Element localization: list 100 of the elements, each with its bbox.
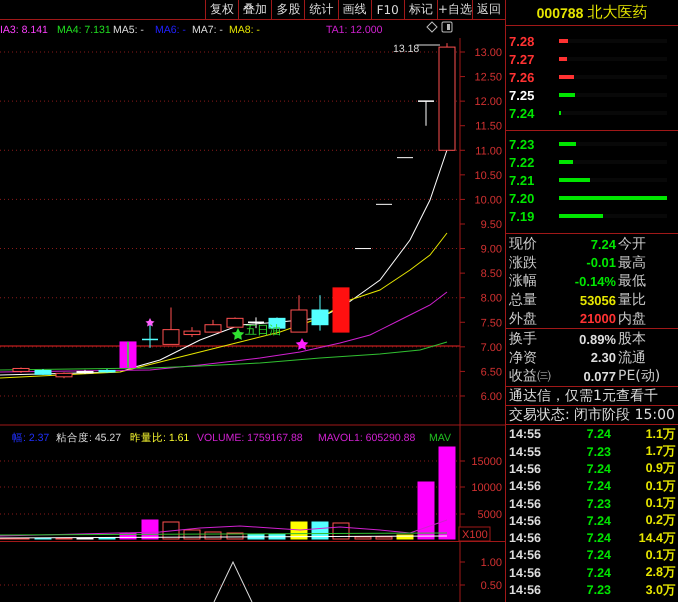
bid-price: 7.22 — [509, 154, 536, 170]
ask-price: 7.28 — [509, 34, 536, 48]
tick-volume: 2.8万 — [644, 564, 677, 582]
tick-price: 7.23 — [586, 583, 611, 598]
tick-time: 14:55 — [509, 444, 542, 459]
stat-value: 0.89% — [578, 332, 616, 347]
bid-price: 7.20 — [509, 190, 536, 206]
axis-label: 10000 — [471, 482, 502, 494]
volume-bar — [268, 534, 286, 540]
tick-volume: 0.9万 — [644, 460, 677, 478]
stat-label: 最低 — [617, 272, 647, 290]
tick-price: 7.24 — [586, 479, 611, 494]
high-price-marker — [416, 44, 440, 46]
candlestick — [12, 366, 30, 374]
indicator-line-drawing — [214, 560, 252, 602]
axis-label: 12.50 — [474, 72, 502, 84]
stat-label: 总量 — [509, 291, 538, 310]
tick-price: 7.24 — [586, 566, 611, 580]
candlestick — [98, 368, 116, 374]
stat-label: 今开 — [617, 235, 647, 254]
volume-legend: 幅: 2.37 — [12, 432, 50, 444]
tick-volume: 3.0万 — [644, 582, 677, 599]
tick-price: 7.23 — [586, 496, 611, 511]
star-icon — [146, 318, 154, 326]
stat-value: 0.077 — [582, 368, 616, 384]
axis-label: 15000 — [471, 456, 502, 468]
stat-value: -0.14% — [574, 274, 616, 289]
indicator-legend: MA7: - — [192, 24, 223, 36]
axis-label: 8.50 — [480, 268, 502, 280]
bid-price: 7.21 — [509, 172, 536, 188]
bid-price: 7.19 — [509, 208, 536, 224]
axis-label: 8.00 — [480, 292, 502, 305]
volume-legend: 粘合度: 45.27 — [56, 432, 122, 444]
candlestick — [184, 326, 200, 338]
volume-bar — [376, 536, 392, 540]
tick-time: 14:56 — [509, 583, 542, 598]
axis-label: 9.50 — [480, 219, 502, 231]
axis-label: 10.00 — [474, 194, 502, 206]
stat-label: 流通 — [617, 348, 647, 367]
tick-volume: 0.1万 — [644, 546, 677, 564]
bid-price: 7.23 — [509, 136, 536, 152]
high-price-label: 13.18 — [393, 43, 420, 55]
axis-label: 7.00 — [480, 342, 502, 354]
axis-label: 10.50 — [474, 170, 502, 182]
axis-label: 9.00 — [480, 244, 502, 256]
tick-price: 7.23 — [586, 444, 611, 459]
axis-label: 6.00 — [480, 390, 502, 403]
panel-toggle-icon[interactable] — [442, 22, 452, 32]
tick-volume: 0.1万 — [644, 478, 677, 495]
axis-label: 11.00 — [475, 145, 502, 158]
trading-status: 交易状态: 闭市阶段 15:00 — [509, 406, 675, 424]
unit-label: X100 — [458, 526, 490, 542]
stock-code: 000788 — [536, 4, 584, 20]
tick-price: 7.24 — [586, 531, 611, 546]
tick-price: 7.24 — [586, 548, 611, 562]
stock-name: 北大医药 — [587, 3, 648, 22]
stat-label: PE(动) — [617, 367, 662, 386]
volume-bar — [418, 482, 434, 540]
candlestick — [354, 248, 372, 250]
star-icon — [232, 328, 244, 340]
indicator-legend: MA5: - — [113, 24, 144, 36]
tick-time: 14:55 — [509, 427, 542, 442]
stat-value: 53056 — [578, 292, 616, 308]
candlestick — [226, 316, 244, 328]
tick-time: 14:56 — [509, 496, 542, 511]
tick-time: 14:56 — [509, 531, 542, 546]
stat-label: 量比 — [617, 291, 647, 310]
toolbar-button[interactable]: +自选 — [436, 0, 472, 19]
stat-value: 2.30 — [590, 350, 616, 366]
indicator-legend: MA4: 7.131 — [57, 24, 111, 36]
candlestick — [418, 100, 434, 126]
stat-label: 股本 — [617, 330, 647, 348]
tick-time: 14:56 — [509, 462, 542, 476]
tick-time: 14:56 — [509, 514, 542, 528]
candlestick — [162, 307, 180, 345]
candlestick — [76, 369, 94, 374]
stat-value: 7.24 — [590, 236, 616, 252]
diamond-icon[interactable] — [426, 21, 438, 33]
volume-legend: MAV — [429, 432, 451, 444]
tick-volume: 14.4万 — [638, 530, 677, 547]
candlestick — [120, 341, 136, 368]
stat-label: 收益㈢ — [509, 367, 549, 386]
volume-legend: VOLUME: 1759167.88 — [197, 432, 303, 444]
ask-price: 7.24 — [509, 106, 536, 120]
stat-label: 最高 — [617, 254, 647, 272]
candlestick — [34, 368, 52, 376]
candlestick — [290, 294, 308, 333]
volume-bar — [396, 534, 414, 540]
ask-price: 7.27 — [509, 52, 536, 66]
promo-text[interactable]: 通达信，仅需1元查看千 — [509, 386, 658, 405]
axis-label: 5000 — [478, 509, 502, 521]
stat-value: -0.01 — [585, 255, 616, 270]
candlestick — [312, 294, 328, 332]
tick-time: 14:56 — [509, 566, 542, 580]
tick-volume: 0.2万 — [644, 512, 677, 530]
tick-volume: 0.1万 — [644, 495, 677, 512]
indicator-legend: TA1: 12.000 — [326, 24, 382, 36]
tick-price: 7.24 — [586, 427, 611, 442]
tick-time: 14:56 — [509, 548, 542, 562]
ask-price: 7.25 — [509, 88, 536, 102]
